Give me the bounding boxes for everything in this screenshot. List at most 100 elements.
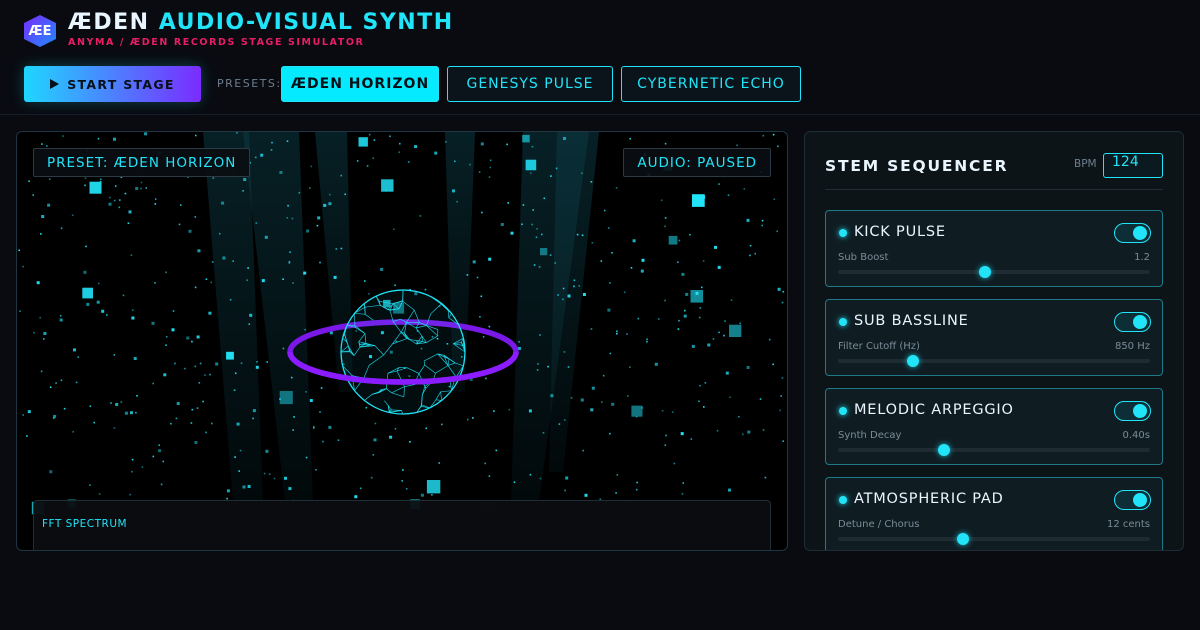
- particle: [576, 233, 579, 236]
- wireframe-sphere: [287, 289, 519, 415]
- preset-cybernetic-echo-button[interactable]: CYBERNETIC ECHO: [621, 66, 801, 102]
- stem-toggle[interactable]: [1114, 401, 1151, 421]
- particle: [691, 344, 695, 348]
- particle: [36, 281, 40, 285]
- particle: [292, 282, 294, 284]
- particle: [27, 410, 31, 414]
- particle: [124, 192, 127, 195]
- param-value: 1.2: [1134, 252, 1150, 263]
- particle: [322, 440, 324, 443]
- particle: [60, 379, 63, 382]
- particle: [260, 153, 264, 157]
- particle: [562, 298, 564, 301]
- particle: [151, 321, 155, 325]
- particle: [540, 248, 548, 256]
- particle: [631, 405, 643, 417]
- particle: [282, 347, 285, 350]
- slider-thumb[interactable]: [956, 533, 969, 545]
- particle: [747, 430, 751, 434]
- particle: [664, 299, 666, 302]
- particle: [196, 407, 199, 409]
- particle: [419, 215, 422, 217]
- particle: [488, 176, 491, 178]
- particle: [591, 386, 595, 390]
- particle: [555, 167, 558, 170]
- preset-badge: PRESET: ÆDEN HORIZON: [33, 148, 251, 177]
- preset-genesys-pulse-button[interactable]: GENESYS PULSE: [447, 66, 613, 102]
- param-label: Filter Cutoff (Hz): [838, 341, 920, 352]
- particle: [238, 470, 240, 472]
- particle: [629, 366, 631, 368]
- particle: [304, 328, 306, 331]
- particle: [389, 135, 391, 138]
- particle: [165, 271, 167, 274]
- particle: [488, 257, 492, 261]
- start-stage-button[interactable]: START STAGE: [24, 66, 201, 102]
- stem-toggle[interactable]: [1114, 490, 1151, 510]
- particle: [764, 476, 767, 479]
- toggle-knob: [1133, 315, 1147, 329]
- particle: [236, 422, 240, 426]
- particle: [306, 229, 310, 233]
- particle: [636, 481, 638, 484]
- particle: [211, 261, 214, 263]
- param-slider[interactable]: [838, 355, 1150, 367]
- particle: [243, 178, 247, 181]
- slider-thumb[interactable]: [978, 266, 991, 278]
- particle: [96, 300, 100, 304]
- particle: [543, 197, 546, 200]
- particle: [290, 376, 293, 379]
- particle: [609, 282, 611, 284]
- particle: [198, 382, 201, 384]
- slider-thumb[interactable]: [906, 355, 919, 367]
- particle: [372, 157, 374, 159]
- toggle-knob: [1133, 404, 1147, 418]
- particle: [615, 492, 617, 494]
- bpm-input[interactable]: 124: [1103, 153, 1163, 178]
- particle: [59, 314, 62, 317]
- particle: [48, 178, 51, 180]
- param-slider[interactable]: [838, 533, 1150, 545]
- particle: [426, 480, 441, 494]
- particle: [205, 278, 208, 280]
- particle: [510, 231, 514, 235]
- param-label: Synth Decay: [838, 430, 902, 441]
- particle: [368, 293, 370, 295]
- slider-thumb[interactable]: [938, 444, 951, 456]
- particle: [782, 440, 784, 442]
- particle: [657, 318, 660, 320]
- particle: [456, 200, 458, 203]
- particle: [358, 137, 368, 147]
- sequencer-title: STEM SEQUENCER: [825, 157, 1009, 175]
- particle: [114, 185, 117, 187]
- particle: [529, 172, 532, 174]
- particle: [113, 354, 116, 356]
- stage-viewport[interactable]: PRESET: ÆDEN HORIZON AUDIO: PAUSED FFT S…: [16, 131, 788, 551]
- particle: [40, 233, 42, 235]
- stage-visualizer: [18, 132, 785, 515]
- particle: [154, 282, 156, 284]
- particle: [303, 271, 307, 275]
- particle: [399, 142, 401, 145]
- particle: [564, 419, 566, 421]
- particle: [528, 409, 532, 413]
- particle: [215, 362, 219, 366]
- particle: [609, 432, 611, 435]
- particle: [247, 267, 249, 269]
- param-slider[interactable]: [838, 444, 1150, 456]
- particle: [488, 475, 491, 477]
- particle: [319, 261, 321, 264]
- particle: [749, 254, 751, 257]
- stem-toggle[interactable]: [1114, 223, 1151, 243]
- preset-aeden-horizon-button[interactable]: ÆDEN HORIZON: [281, 66, 439, 102]
- particle: [33, 331, 35, 334]
- particle: [671, 411, 674, 413]
- param-slider[interactable]: [838, 266, 1150, 278]
- particle: [252, 417, 254, 420]
- particle: [129, 493, 131, 496]
- param-value: 0.40s: [1122, 430, 1150, 441]
- particle: [685, 292, 689, 296]
- particle: [329, 193, 331, 196]
- stem-toggle[interactable]: [1114, 312, 1151, 332]
- particle: [689, 233, 691, 236]
